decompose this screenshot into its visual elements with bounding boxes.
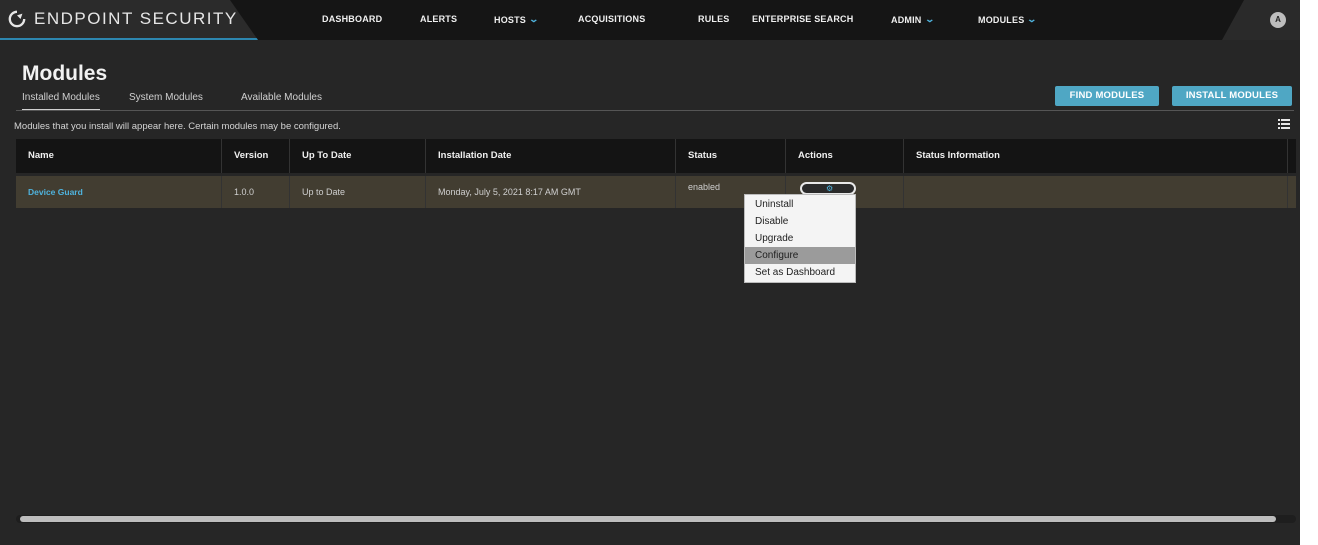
gear-icon: ⚙ (826, 184, 834, 193)
horizontal-scrollbar[interactable] (16, 515, 1296, 523)
nav-hosts-label: HOSTS (494, 14, 527, 25)
nav-hosts[interactable]: HOSTS ⌄ (494, 14, 540, 25)
nav-alerts[interactable]: ALERTS (420, 14, 457, 24)
app-window: ENDPOINT SECURITY DASHBOARD ALERTS HOSTS… (0, 0, 1300, 545)
tab-system-modules[interactable]: System Modules (129, 92, 203, 103)
column-header-actions: Actions (786, 139, 904, 173)
menu-item-configure[interactable]: Configure (745, 247, 855, 264)
tab-installed-modules[interactable]: Installed Modules (22, 92, 100, 111)
nav-dashboard-label: DASHBOARD (322, 14, 383, 24)
modules-hint-text: Modules that you install will appear her… (14, 121, 341, 132)
avatar[interactable]: A (1270, 12, 1286, 28)
nav-modules[interactable]: MODULES ⌄ (978, 14, 1038, 25)
module-name-link[interactable]: Device Guard (16, 176, 222, 208)
list-view-icon[interactable] (1278, 119, 1290, 129)
tabs-divider (16, 110, 1294, 111)
top-navigation-bar: ENDPOINT SECURITY DASHBOARD ALERTS HOSTS… (0, 0, 1300, 40)
nav-rules-label: RULES (698, 14, 730, 24)
nav-acquisitions[interactable]: ACQUISITIONS (578, 14, 645, 24)
chevron-down-icon: ⌄ (1026, 14, 1038, 24)
column-header-up-to-date[interactable]: Up To Date (290, 139, 426, 173)
column-header-name[interactable]: Name (16, 139, 222, 173)
menu-item-uninstall[interactable]: Uninstall (745, 196, 855, 213)
column-header-installation-date[interactable]: Installation Date (426, 139, 676, 173)
column-header-status[interactable]: Status (676, 139, 786, 173)
nav-admin[interactable]: ADMIN ⌄ (891, 14, 935, 25)
menu-item-set-as-dashboard[interactable]: Set as Dashboard (745, 264, 855, 281)
table-row[interactable]: Device Guard 1.0.0 Up to Date Monday, Ju… (16, 176, 1296, 208)
menu-item-upgrade[interactable]: Upgrade (745, 230, 855, 247)
nav-dashboard[interactable]: DASHBOARD (322, 14, 382, 24)
page-title: Modules (22, 62, 108, 85)
nav-acquisitions-label: ACQUISITIONS (578, 14, 646, 24)
tab-available-modules[interactable]: Available Modules (241, 92, 322, 103)
module-up-to-date: Up to Date (290, 176, 426, 208)
chevron-down-icon: ⌄ (528, 14, 540, 24)
nav-rules[interactable]: RULES (698, 14, 730, 24)
nav-alerts-label: ALERTS (420, 14, 458, 24)
module-installation-date: Monday, July 5, 2021 8:17 AM GMT (426, 176, 676, 208)
nav-modules-label: MODULES (978, 14, 1025, 25)
chevron-down-icon: ⌄ (923, 14, 935, 24)
find-modules-button[interactable]: FIND MODULES (1055, 86, 1159, 106)
module-version: 1.0.0 (222, 176, 290, 208)
scrollbar-thumb[interactable] (20, 516, 1276, 522)
table-header: Name Version Up To Date Installation Dat… (16, 139, 1296, 173)
nav-admin-label: ADMIN (891, 14, 922, 25)
menu-item-disable[interactable]: Disable (745, 213, 855, 230)
module-status-information (904, 176, 1288, 208)
nav-enterprise-search[interactable]: ENTERPRISE SEARCH (752, 14, 853, 24)
install-modules-button[interactable]: INSTALL MODULES (1172, 86, 1292, 106)
column-header-status-information[interactable]: Status Information (904, 139, 1288, 173)
actions-dropdown-menu: Uninstall Disable Upgrade Configure Set … (744, 194, 856, 283)
main-nav: DASHBOARD ALERTS HOSTS ⌄ ACQUISITIONS RUL… (0, 0, 1300, 40)
nav-enterprise-search-label: ENTERPRISE SEARCH (752, 14, 854, 24)
column-header-version[interactable]: Version (222, 139, 290, 173)
